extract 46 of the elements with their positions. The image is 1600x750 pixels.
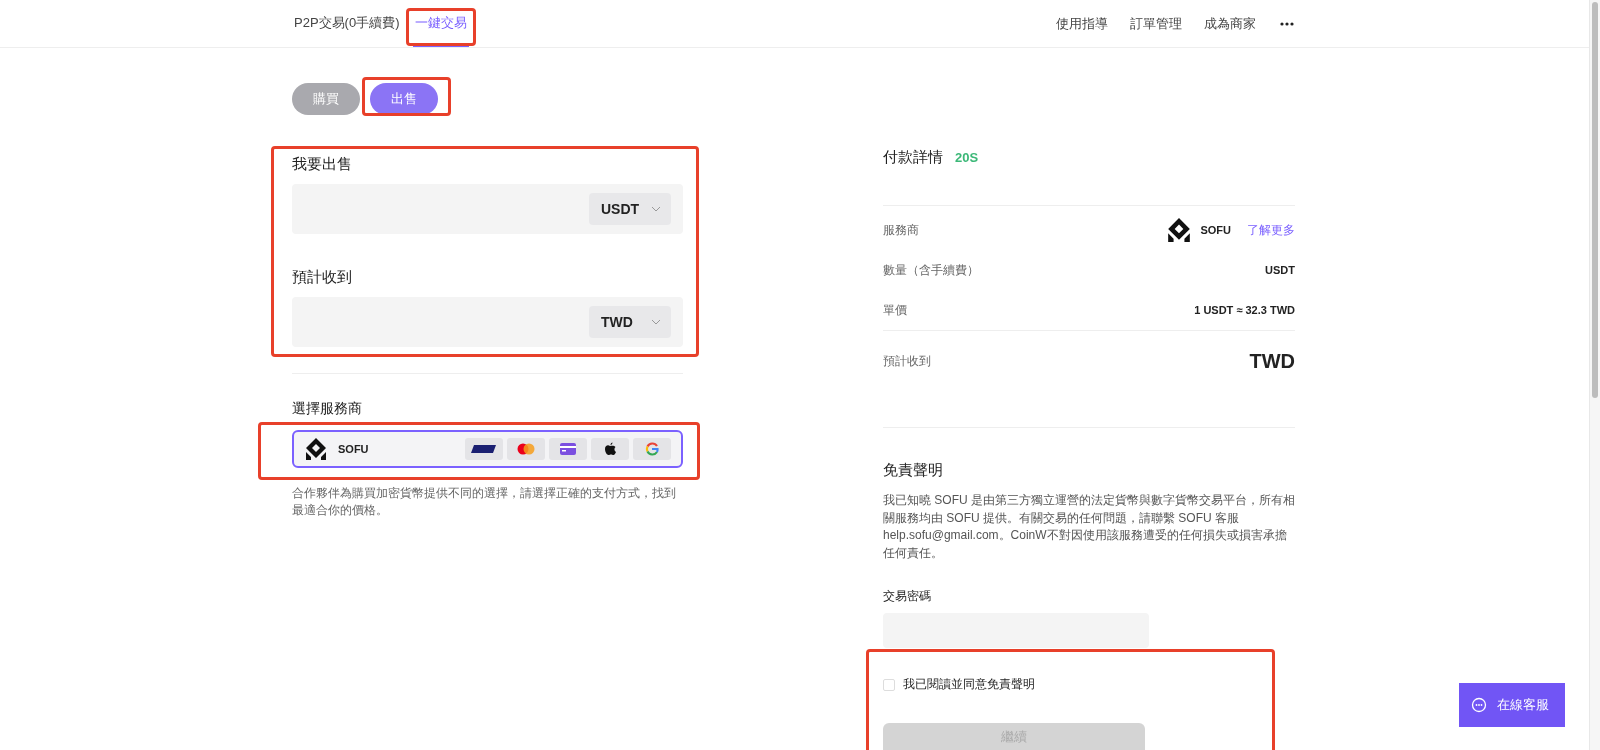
chevron-icon (651, 319, 661, 325)
chat-icon (1471, 697, 1487, 713)
nav-tab[interactable]: P2P交易(0手續費) (292, 0, 402, 47)
support-button[interactable]: 在線客服 (1459, 683, 1565, 727)
amount-field[interactable]: USDT (292, 184, 683, 234)
total-value: TWD (1249, 349, 1295, 373)
detail-value: USDT (1265, 264, 1295, 276)
card-logo-icon (465, 438, 503, 460)
detail-label: 預計收到 (883, 352, 931, 370)
field-label: 交易密碼 (883, 588, 932, 605)
highlight-frame (406, 8, 476, 46)
card-icon (549, 438, 587, 460)
provider-card[interactable]: SOFU (292, 430, 683, 468)
field-label: 我要出售 (292, 155, 353, 174)
more-icon[interactable] (1280, 21, 1294, 26)
currency-select[interactable]: USDT (589, 193, 671, 225)
detail-label: 數量（含手續費） (883, 261, 979, 279)
nav-link[interactable]: 使用指導 (1056, 0, 1108, 47)
detail-label: 單價 (883, 301, 907, 319)
provider-note: 合作夥伴為購買加密貨幣提供不同的選擇，請選擇正確的支付方式，找到最適合你的價格。 (292, 485, 677, 519)
password-field[interactable] (883, 613, 1149, 648)
two-circles-icon (507, 438, 545, 460)
learn-more-link[interactable]: 了解更多 (1247, 221, 1295, 239)
nav-link[interactable]: 成為商家 (1204, 0, 1256, 47)
amount-field[interactable]: TWD (292, 297, 683, 347)
checkbox[interactable] (883, 678, 895, 691)
diamond-logo-icon (1166, 217, 1193, 243)
section-label: 選擇服務商 (292, 400, 363, 418)
google-icon (633, 438, 671, 460)
currency-select[interactable]: TWD (589, 306, 671, 338)
details-title: 付款詳情 (883, 148, 943, 167)
disclaimer-title: 免責聲明 (883, 461, 944, 480)
diamond-logo-icon (304, 437, 328, 461)
scrollbar[interactable] (1589, 0, 1600, 750)
mode-button[interactable]: 出售 (370, 83, 438, 115)
detail-value: 1 USDT ≈ 32.3 TWD (1194, 304, 1295, 316)
countdown: 20S (955, 150, 979, 165)
agree-label: 我已閱讀並同意免責聲明 (903, 676, 1035, 693)
detail-label: 服務商 (883, 221, 919, 239)
chevron-icon (651, 206, 661, 212)
nav-tab[interactable]: 一鍵交易 (413, 0, 470, 47)
apple-icon (591, 438, 629, 460)
disclaimer-text: 我已知曉 SOFU 是由第三方獨立運營的法定貨幣與數字貨幣交易平台，所有相關服務均由 SOFU 提供。有關交易的任何問題，請聯繫 SOFU 客服 help.sofu@gmail.com。CoinW不對因使用該服務遭受的任何損失或損害承擔任何責任。 (883, 492, 1295, 562)
nav-link[interactable]: 訂單管理 (1130, 0, 1182, 47)
detail-value: SOFU (1200, 224, 1231, 236)
field-label: 預計收到 (292, 268, 353, 287)
